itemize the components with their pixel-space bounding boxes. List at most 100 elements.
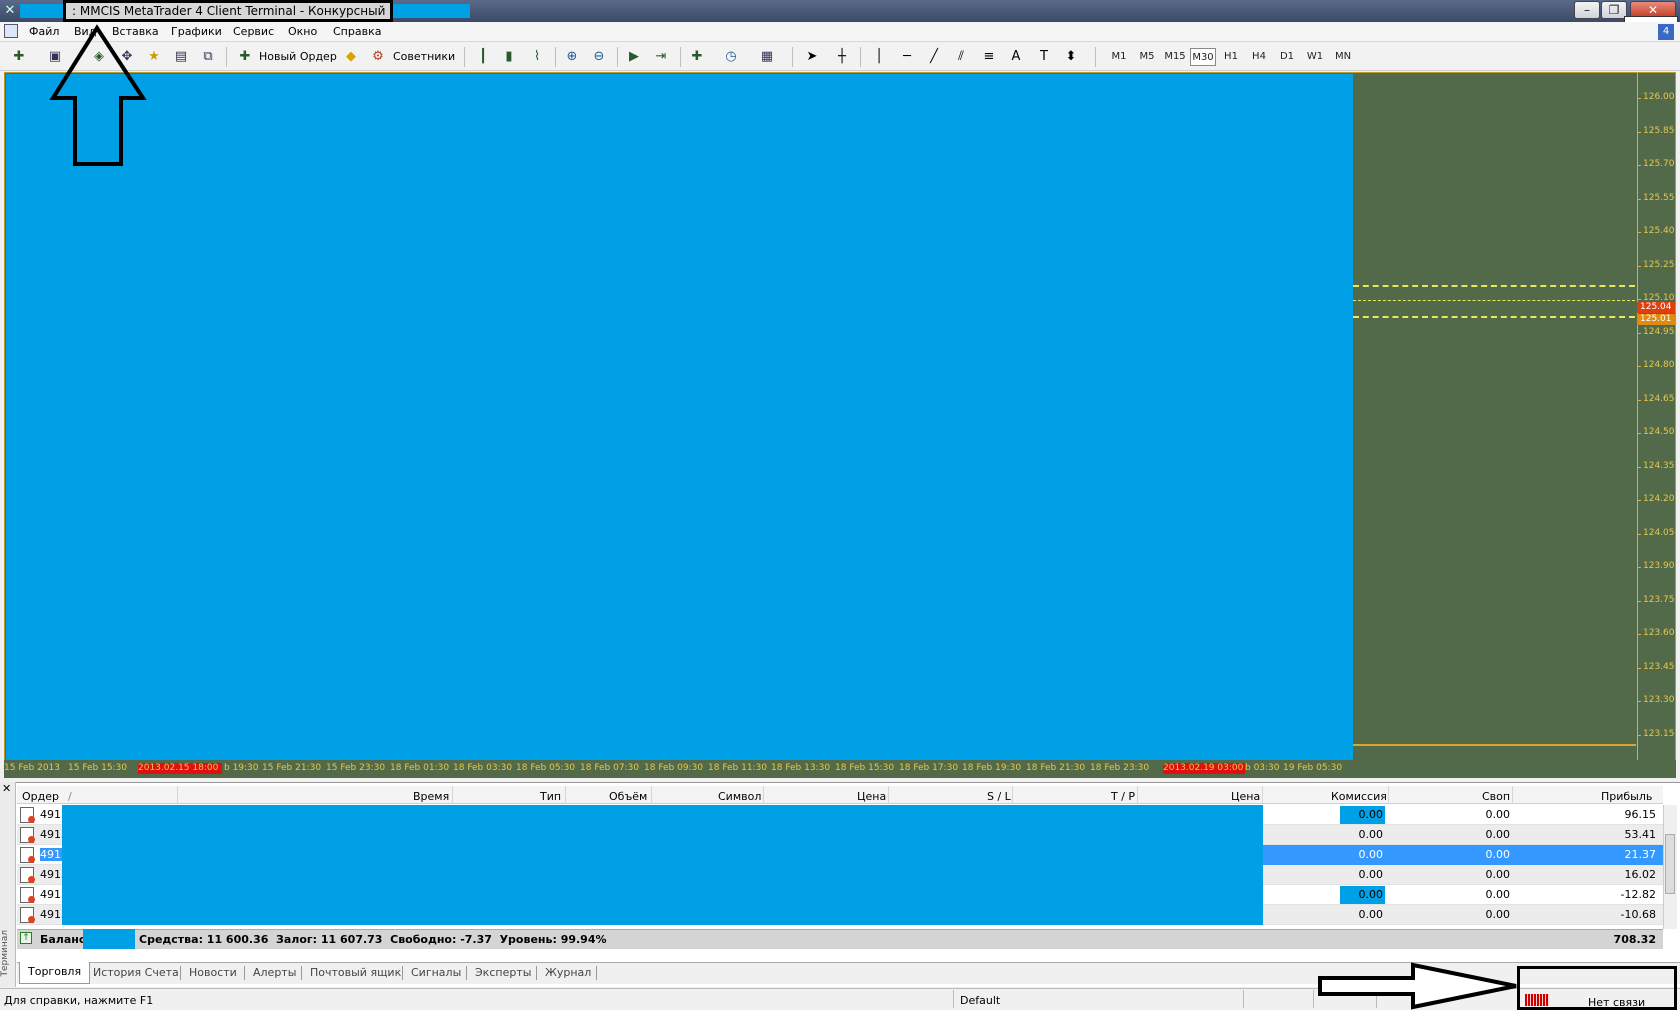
timeframe-m15[interactable]: M15 [1162, 48, 1188, 66]
price-label: 123.90 [1643, 561, 1675, 571]
timeframe-h4[interactable]: H4 [1246, 48, 1272, 66]
column-volume[interactable]: Объём [609, 790, 647, 803]
tab-journal[interactable]: Журнал [545, 966, 591, 979]
tab-alerts[interactable]: Алерты [253, 966, 296, 979]
tab-account-history[interactable]: История Счета [93, 966, 179, 979]
tab-mailbox[interactable]: Почтовый ящик [310, 966, 401, 979]
menu-charts[interactable]: Графики [168, 24, 225, 40]
tab-news[interactable]: Новости [189, 966, 237, 979]
tab-trade[interactable]: Торговля [19, 962, 91, 984]
menu-window[interactable]: Окно [285, 24, 320, 40]
order-swap: 0.00 [1485, 848, 1511, 861]
price-tick [1637, 366, 1641, 367]
order-profit: -10.68 [1620, 908, 1656, 921]
zoom-in-icon[interactable]: ⊕ [563, 48, 581, 66]
experts-icon[interactable]: ⚙ [369, 48, 387, 66]
connection-status[interactable]: Нет связи [1588, 996, 1645, 1009]
column-commission[interactable]: Комиссия [1331, 790, 1387, 803]
timeframe-m1[interactable]: M1 [1106, 48, 1132, 66]
column-swap[interactable]: Своп [1482, 790, 1510, 803]
new-chart-icon[interactable]: ✚ [10, 48, 28, 66]
time-label: 18 Feb 03:30 [453, 763, 513, 773]
text-label-icon[interactable]: T [1035, 48, 1053, 66]
time-label: 18 Feb 07:30 [580, 763, 640, 773]
new-order-button[interactable]: Новый Ордер [259, 48, 337, 66]
metaeditor-icon[interactable]: ◆ [342, 48, 360, 66]
tab-separator [301, 966, 302, 980]
column-separator [1512, 786, 1513, 804]
tab-signals[interactable]: Сигналы [411, 966, 461, 979]
column-time[interactable]: Время [413, 790, 449, 803]
toolbar-separator [860, 47, 861, 67]
chart-shift-icon[interactable]: ⇥ [652, 48, 670, 66]
time-label: 15 Feb 15:30 [68, 763, 128, 773]
timeframe-w1[interactable]: W1 [1302, 48, 1328, 66]
order-commission: 0.00 [1358, 888, 1384, 901]
auto-scroll-icon[interactable]: ▶ [625, 48, 643, 66]
candlestick-icon[interactable]: ▮ [500, 48, 518, 66]
indicators-icon[interactable]: ✚ [688, 48, 706, 66]
column-order[interactable]: Ордер [22, 790, 59, 803]
order-profit: 16.02 [1624, 868, 1657, 881]
connection-bars-icon [1525, 994, 1549, 1006]
vertical-line-icon[interactable]: │ [870, 48, 888, 66]
toolbar-separator [464, 47, 465, 67]
toolbar-separator [617, 47, 618, 67]
redaction-block [20, 4, 65, 18]
minimize-button[interactable]: – [1574, 1, 1600, 19]
close-icon: ✕ [1647, 3, 1659, 17]
column-price[interactable]: Цена [857, 790, 886, 803]
tester-icon[interactable]: ⧉ [199, 48, 217, 66]
cursor-icon[interactable]: ➤ [803, 48, 821, 66]
app-icon[interactable]: ✕ [2, 3, 18, 19]
terminal-close-icon[interactable]: ✕ [2, 782, 11, 795]
periods-icon[interactable]: ◷ [722, 48, 740, 66]
menu-help[interactable]: Справка [330, 24, 384, 40]
horizontal-line-icon[interactable]: ─ [898, 48, 916, 66]
price-tick [1637, 198, 1641, 200]
scrollbar-thumb[interactable] [1665, 834, 1675, 894]
timeframe-mn[interactable]: MN [1330, 48, 1356, 66]
crosshair-icon[interactable]: ┼ [833, 48, 851, 66]
order-swap: 0.00 [1485, 888, 1511, 901]
new-order-icon[interactable]: ✚ [236, 48, 254, 66]
mdi-restore-icon[interactable]: 4 [1658, 24, 1674, 40]
column-current-price[interactable]: Цена [1231, 790, 1260, 803]
experts-button[interactable]: Советники [393, 48, 455, 66]
column-type[interactable]: Тип [540, 790, 561, 803]
column-symbol[interactable]: Символ [718, 790, 761, 803]
line-chart-icon[interactable]: ⌇ [528, 48, 546, 66]
tab-separator [180, 966, 181, 980]
status-separator [1243, 990, 1244, 1008]
timeframe-m5[interactable]: M5 [1134, 48, 1160, 66]
order-level-line [1353, 300, 1635, 301]
price-tick [1637, 667, 1641, 669]
tab-experts[interactable]: Эксперты [475, 966, 531, 979]
redaction-block [62, 885, 1263, 905]
order-profit: 53.41 [1624, 828, 1657, 841]
time-label: b 03:30 [1245, 763, 1280, 773]
arrows-icon[interactable]: ⬍ [1062, 48, 1080, 66]
menu-service[interactable]: Сервис [230, 24, 277, 40]
zoom-out-icon[interactable]: ⊖ [590, 48, 608, 66]
price-label: 126.00 [1643, 92, 1675, 102]
column-tp[interactable]: T / P [1111, 790, 1135, 803]
document-icon[interactable] [4, 24, 18, 38]
timeframe-m30[interactable]: M30 [1190, 48, 1216, 66]
trendline-icon[interactable]: ╱ [925, 48, 943, 66]
column-profit[interactable]: Прибыль [1601, 790, 1652, 803]
price-tick [1637, 701, 1641, 702]
tab-separator [244, 966, 245, 980]
price-tick [1637, 332, 1641, 334]
text-icon[interactable]: A [1007, 48, 1025, 66]
fibonacci-icon[interactable]: ≡ [980, 48, 998, 66]
templates-icon[interactable]: ▦ [758, 48, 776, 66]
column-sl[interactable]: S / L [987, 790, 1011, 803]
terminal-icon[interactable]: ▤ [172, 48, 190, 66]
column-separator [1388, 786, 1389, 804]
timeframe-d1[interactable]: D1 [1274, 48, 1300, 66]
bar-chart-icon[interactable]: ┃ [474, 48, 492, 66]
timeframe-h1[interactable]: H1 [1218, 48, 1244, 66]
price-tick [1637, 299, 1641, 300]
channel-icon[interactable]: ⫽ [952, 48, 970, 66]
